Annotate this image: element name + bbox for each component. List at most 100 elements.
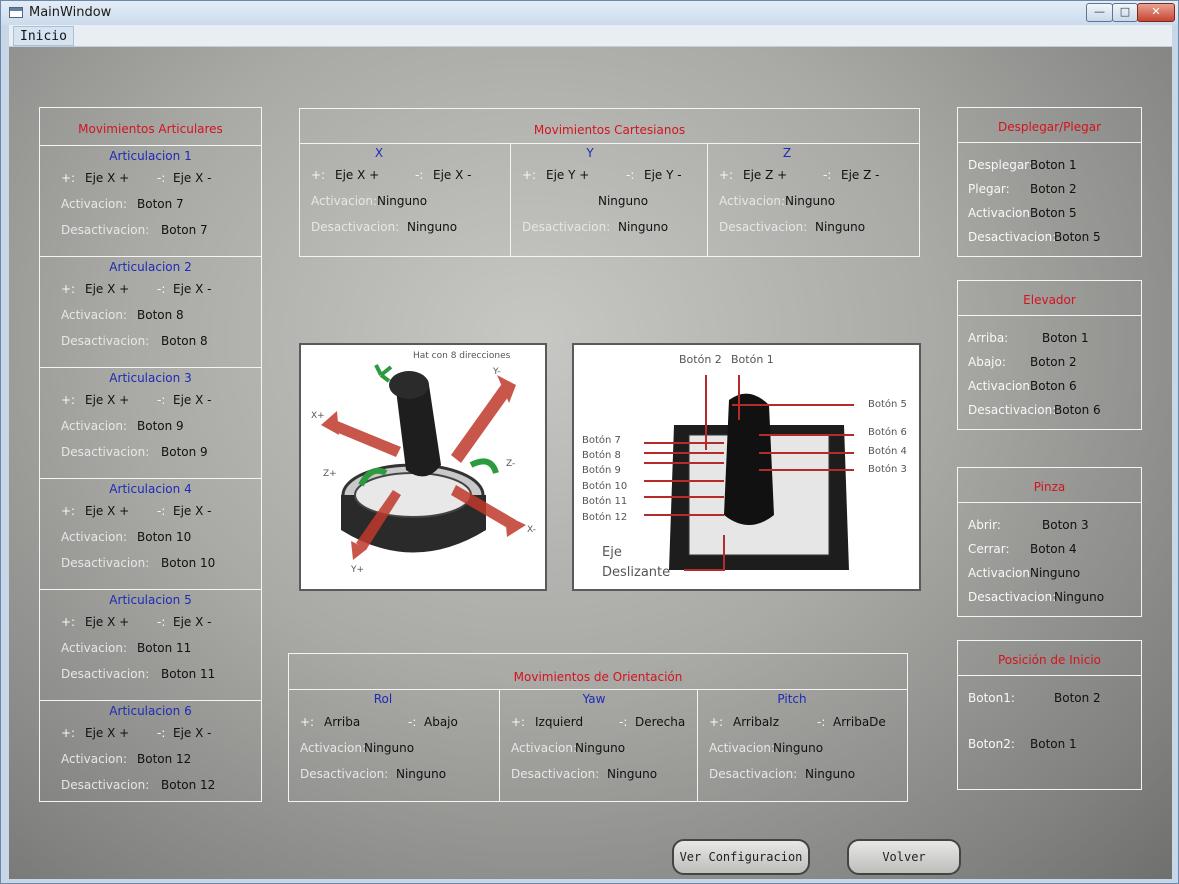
activacion-label: Activacion: bbox=[61, 308, 128, 322]
plus-sign: +: bbox=[311, 168, 326, 182]
pinza-row-value[interactable]: Ninguno bbox=[1030, 566, 1080, 580]
activacion-value[interactable]: Boton 10 bbox=[137, 530, 191, 544]
cartesian-col-z: Z +: Eje Z + -: Eje Z - Activacion: Ninguno Des… bbox=[707, 144, 907, 254]
boton-2-top-label: Botón 2 bbox=[679, 353, 722, 366]
minimize-button[interactable]: — bbox=[1086, 3, 1113, 22]
eje-plus-value[interactable]: Eje X + bbox=[335, 168, 379, 182]
desactivacion-value[interactable]: Boton 10 bbox=[161, 556, 215, 570]
inicio-panel: Posición de Inicio Boton1: Boton 2 Boton2: B… bbox=[957, 640, 1142, 790]
menu-inicio[interactable]: Inicio bbox=[13, 26, 74, 46]
close-button[interactable]: ✕ bbox=[1137, 3, 1175, 22]
eje-plus-value[interactable]: Eje X + bbox=[85, 726, 129, 740]
plus-sign: +: bbox=[522, 168, 537, 182]
elevador-row-value[interactable]: Boton 2 bbox=[1030, 355, 1077, 369]
inicio-row-label: Boton2: bbox=[968, 737, 1015, 751]
desactivacion-value[interactable]: Boton 7 bbox=[161, 223, 208, 237]
divider bbox=[958, 502, 1141, 503]
eje-plus-value[interactable]: Izquierd bbox=[535, 715, 583, 729]
desactivacion-value[interactable]: Boton 12 bbox=[161, 778, 215, 792]
elevador-row-value[interactable]: Boton 1 bbox=[1042, 331, 1089, 345]
eje-minus-value[interactable]: Eje X - bbox=[173, 393, 211, 407]
eje-minus-value[interactable]: Eje X - bbox=[173, 171, 211, 185]
desplegar-row-value[interactable]: Boton 1 bbox=[1030, 158, 1077, 172]
x-plus-label: X+ bbox=[311, 411, 325, 421]
eje-plus-value[interactable]: Arriba bbox=[324, 715, 360, 729]
eje-plus-value[interactable]: Eje X + bbox=[85, 615, 129, 629]
eje-plus-value[interactable]: Eje X + bbox=[85, 393, 129, 407]
activacion-value[interactable]: Ninguno bbox=[377, 194, 427, 208]
desplegar-row-label: Desactivacion: bbox=[968, 230, 1057, 244]
title-bar[interactable]: MainWindow — □ ✕ bbox=[1, 1, 1178, 25]
inicio-row-value[interactable]: Boton 1 bbox=[1030, 737, 1077, 751]
desactivacion-value[interactable]: Ninguno bbox=[815, 220, 865, 234]
eje-minus-value[interactable]: Eje X - bbox=[173, 282, 211, 296]
cartesian-col-x: X +: Eje X + -: Eje X - Activacion: Ninguno Des… bbox=[299, 144, 499, 254]
desactivacion-value[interactable]: Ninguno bbox=[407, 220, 457, 234]
pinza-row-value[interactable]: Boton 3 bbox=[1042, 518, 1089, 532]
activacion-value[interactable]: Boton 8 bbox=[137, 308, 184, 322]
x-minus-label: X- bbox=[527, 525, 536, 535]
eje-minus-value[interactable]: Eje Z - bbox=[841, 168, 879, 182]
eje-plus-value[interactable]: Eje Y + bbox=[546, 168, 589, 182]
activacion-value[interactable]: Ninguno bbox=[598, 194, 648, 208]
pinza-row-value[interactable]: Ninguno bbox=[1054, 590, 1104, 604]
desplegar-row-value[interactable]: Boton 5 bbox=[1030, 206, 1077, 220]
desactivacion-value[interactable]: Boton 9 bbox=[161, 445, 208, 459]
eje-minus-value[interactable]: Eje X - bbox=[433, 168, 471, 182]
eje-minus-value[interactable]: ArribaDe bbox=[833, 715, 886, 729]
desplegar-row-value[interactable]: Boton 2 bbox=[1030, 182, 1077, 196]
eje-minus-value[interactable]: Derecha bbox=[635, 715, 685, 729]
desactivacion-value[interactable]: Boton 8 bbox=[161, 334, 208, 348]
desactivacion-label: Desactivacion: bbox=[61, 223, 150, 237]
desactivacion-value[interactable]: Ninguno bbox=[607, 767, 657, 781]
desactivacion-label: Desactivacion: bbox=[311, 220, 400, 234]
eje-plus-value[interactable]: Eje X + bbox=[85, 282, 129, 296]
articulacion-4-title: Articulacion 4 bbox=[109, 482, 192, 496]
elevador-row-value[interactable]: Boton 6 bbox=[1054, 403, 1101, 417]
divider bbox=[958, 675, 1141, 676]
elevador-row-value[interactable]: Boton 6 bbox=[1030, 379, 1077, 393]
eje-plus-value[interactable]: Eje Z + bbox=[743, 168, 787, 182]
minus-sign: -: bbox=[157, 171, 166, 185]
desactivacion-value[interactable]: Ninguno bbox=[396, 767, 446, 781]
plus-sign: +: bbox=[300, 715, 315, 729]
activacion-value[interactable]: Ninguno bbox=[575, 741, 625, 755]
ver-configuracion-button[interactable]: Ver Configuracion bbox=[672, 839, 810, 875]
inicio-row-value[interactable]: Boton 2 bbox=[1054, 691, 1101, 705]
desplegar-title: Desplegar/Plegar bbox=[997, 120, 1101, 134]
boton-9-label: Botón 9 bbox=[582, 465, 621, 476]
eje-minus-value[interactable]: Abajo bbox=[424, 715, 458, 729]
activacion-value[interactable]: Boton 11 bbox=[137, 641, 191, 655]
volver-button[interactable]: Volver bbox=[847, 839, 961, 875]
elevador-row-label: Abajo: bbox=[968, 355, 1006, 369]
eje-plus-value[interactable]: Eje X + bbox=[85, 504, 129, 518]
plus-sign: +: bbox=[61, 282, 76, 296]
activacion-value[interactable]: Boton 7 bbox=[137, 197, 184, 211]
pinza-row-value[interactable]: Boton 4 bbox=[1030, 542, 1077, 556]
minus-sign: -: bbox=[157, 615, 166, 629]
boton-8-label: Botón 8 bbox=[582, 450, 621, 461]
eje-plus-value[interactable]: ArribaIz bbox=[733, 715, 779, 729]
plus-sign: +: bbox=[709, 715, 724, 729]
minus-sign: -: bbox=[157, 726, 166, 740]
boton-12-label: Botón 12 bbox=[582, 512, 628, 523]
eje-minus-value[interactable]: Eje X - bbox=[173, 504, 211, 518]
activacion-value[interactable]: Ninguno bbox=[785, 194, 835, 208]
activacion-label: Activacion: bbox=[311, 194, 378, 208]
activacion-value[interactable]: Ninguno bbox=[773, 741, 823, 755]
activacion-value[interactable]: Boton 12 bbox=[137, 752, 191, 766]
pinza-panel: Pinza Abrir: Boton 3 Cerrar: Boton 4 Activaci… bbox=[957, 467, 1142, 617]
maximize-button[interactable]: □ bbox=[1112, 3, 1138, 22]
desactivacion-value[interactable]: Ninguno bbox=[805, 767, 855, 781]
desactivacion-value[interactable]: Ninguno bbox=[618, 220, 668, 234]
activacion-value[interactable]: Boton 9 bbox=[137, 419, 184, 433]
activacion-value[interactable]: Ninguno bbox=[364, 741, 414, 755]
desactivacion-label: Desactivacion: bbox=[719, 220, 808, 234]
eje-minus-value[interactable]: Eje X - bbox=[173, 726, 211, 740]
eje-minus-value[interactable]: Eje X - bbox=[173, 615, 211, 629]
client-area: Movimientos Articulares Movimientos Cart… bbox=[9, 47, 1172, 879]
desplegar-row-value[interactable]: Boton 5 bbox=[1054, 230, 1101, 244]
desactivacion-value[interactable]: Boton 11 bbox=[161, 667, 215, 681]
eje-minus-value[interactable]: Eje Y - bbox=[644, 168, 682, 182]
eje-plus-value[interactable]: Eje X + bbox=[85, 171, 129, 185]
